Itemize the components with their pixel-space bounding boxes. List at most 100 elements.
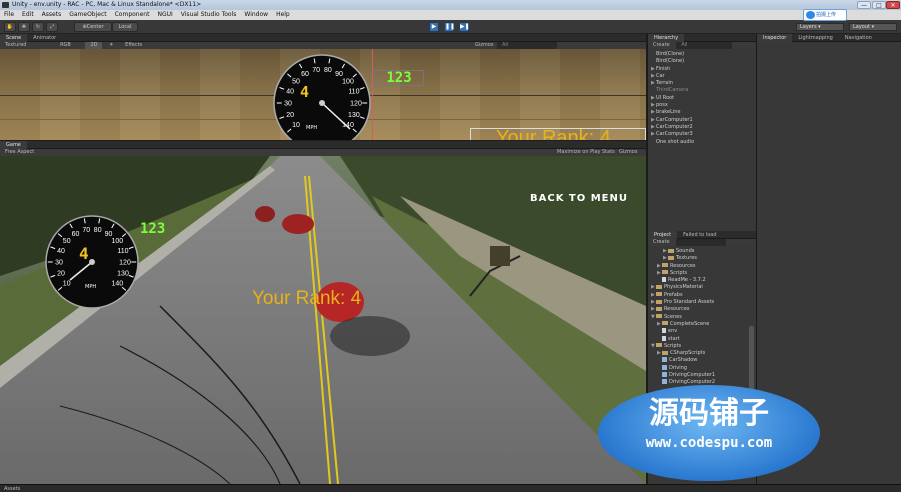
hierarchy-item[interactable]: Bird(Clone) bbox=[651, 58, 756, 65]
ime-upload-widget[interactable]: 拍摄上传 bbox=[803, 9, 847, 21]
project-item[interactable]: ▶ CSharpScripts bbox=[651, 350, 756, 357]
scene-speedometer: 10203040506070 8090100110120130140 bbox=[273, 54, 371, 140]
tab-navigation[interactable]: Navigation bbox=[839, 34, 878, 42]
menu-component[interactable]: Component bbox=[111, 10, 154, 20]
scene-speed-digits: 123 bbox=[374, 70, 424, 86]
project-search-input[interactable] bbox=[676, 239, 727, 246]
hierarchy-item[interactable]: ThirdCamera bbox=[651, 87, 756, 94]
project-item-label: env bbox=[668, 328, 678, 335]
pivot-local-button[interactable]: Local bbox=[112, 22, 138, 32]
project-item[interactable]: CarShadow bbox=[651, 357, 756, 364]
game-gizmos-dropdown[interactable]: Gizmos bbox=[614, 149, 642, 156]
project-item[interactable]: ▼ Scripts bbox=[651, 343, 756, 350]
pivot-center-button[interactable]: ⊕Center bbox=[74, 22, 112, 32]
hierarchy-item-label: Car bbox=[656, 72, 665, 79]
gauge-tick-label: 60 bbox=[301, 71, 309, 78]
project-item[interactable]: DrivingComputer1 bbox=[651, 372, 756, 379]
tab-hierarchy[interactable]: Hierarchy bbox=[648, 34, 685, 42]
hierarchy-item[interactable]: ▶Terrain bbox=[651, 80, 756, 87]
move-tool-icon[interactable]: ✥ bbox=[18, 22, 30, 32]
effects-dropdown[interactable]: Effects bbox=[120, 42, 147, 49]
tab-game[interactable]: Game bbox=[0, 141, 27, 149]
menu-help[interactable]: Help bbox=[272, 10, 294, 20]
pivot-center-label: Center bbox=[86, 24, 104, 30]
back-to-menu-button[interactable]: BACK TO MENU bbox=[530, 193, 628, 204]
scene-viewport[interactable]: 10 20 30 40 50 60 70 80 90 100 110 120 130 140 4 MPH … bbox=[0, 49, 646, 140]
hierarchy-search-input[interactable]: All bbox=[676, 42, 733, 49]
project-item[interactable]: ▶ Sounds bbox=[651, 248, 756, 255]
hierarchy-item[interactable]: ▶Car bbox=[651, 73, 756, 80]
game-tab-bar: Game bbox=[0, 141, 646, 149]
menu-file[interactable]: File bbox=[0, 10, 18, 20]
project-item[interactable]: ▶ Textures bbox=[651, 255, 756, 262]
tab-project[interactable]: Project bbox=[648, 231, 678, 239]
play-button[interactable]: ▶ bbox=[429, 22, 439, 32]
menu-edit[interactable]: Edit bbox=[18, 10, 38, 20]
render-mode-dropdown[interactable]: RGB bbox=[55, 42, 76, 49]
project-create-dropdown[interactable]: Create bbox=[648, 239, 675, 246]
project-item[interactable]: env bbox=[651, 328, 756, 335]
hand-tool-icon[interactable]: ✋ bbox=[4, 22, 16, 32]
hierarchy-item[interactable]: ▶CarComputer2 bbox=[651, 124, 756, 131]
project-item[interactable]: ReadMe - 3.7.2 bbox=[651, 277, 756, 284]
tab-animator[interactable]: Animator bbox=[27, 34, 62, 42]
project-item[interactable]: ▶ PhysicsMaterial bbox=[651, 284, 756, 291]
minimize-button[interactable]: — bbox=[857, 1, 871, 9]
hierarchy-item[interactable]: Bird(Clone) bbox=[651, 51, 756, 58]
step-button[interactable]: ▶❚ bbox=[459, 22, 470, 32]
scene-gear-indicator: 4 bbox=[300, 83, 310, 101]
gauge-tick-label: 100 bbox=[342, 79, 354, 86]
aspect-dropdown[interactable]: Free Aspect bbox=[0, 149, 39, 156]
layout-dropdown[interactable]: Layout ▾ bbox=[849, 23, 897, 31]
project-item[interactable]: ▶ Pro Standard Assets bbox=[651, 299, 756, 306]
hierarchy-item-label: ThirdCamera bbox=[656, 87, 689, 94]
hierarchy-panel: Hierarchy Create All Bird(Clone) Bird(Clo… bbox=[647, 34, 756, 231]
project-item-label: Resources bbox=[670, 262, 696, 269]
menu-gameobject[interactable]: GameObject bbox=[65, 10, 110, 20]
gizmos-dropdown[interactable]: Gizmos bbox=[470, 42, 498, 49]
hierarchy-item[interactable]: ▶posx bbox=[651, 102, 756, 109]
project-item[interactable]: ▶ Resources bbox=[651, 263, 756, 270]
project-item[interactable]: Driving bbox=[651, 364, 756, 372]
folder-icon bbox=[656, 306, 662, 311]
scene-search-input[interactable]: All bbox=[497, 42, 557, 49]
tab-scene[interactable]: Scene bbox=[0, 34, 28, 42]
tab-failed-to-load[interactable]: Failed to load bbox=[677, 231, 722, 239]
project-item[interactable]: ▶ Scripts bbox=[651, 270, 756, 277]
hierarchy-item[interactable]: ▶Finish bbox=[651, 66, 756, 73]
hierarchy-item[interactable]: ▶UI Root bbox=[651, 95, 756, 102]
project-item[interactable]: start bbox=[651, 335, 756, 343]
hierarchy-item[interactable]: ▶brakeLine bbox=[651, 109, 756, 116]
menu-ngui[interactable]: NGUI bbox=[153, 10, 176, 20]
project-item[interactable]: ▶ CompleteScene bbox=[651, 321, 756, 328]
tab-lightmapping[interactable]: Lightmapping bbox=[792, 34, 839, 42]
game-viewport[interactable]: 10 20 30 40 50 60 70 80 90 100 110 120 130 140 4 MPH … bbox=[0, 156, 646, 484]
maximize-button[interactable]: □ bbox=[872, 1, 886, 9]
project-item-label: ReadMe - 3.7.2 bbox=[668, 277, 706, 284]
file-icon bbox=[662, 335, 666, 341]
pivot-local-label: Local bbox=[118, 24, 132, 30]
hierarchy-item[interactable]: ▶CarComputer3 bbox=[651, 131, 756, 138]
hierarchy-item-label: Terrain bbox=[656, 80, 673, 87]
menu-window[interactable]: Window bbox=[240, 10, 272, 20]
menu-visual-studio-tools[interactable]: Visual Studio Tools bbox=[177, 10, 241, 20]
menu-assets[interactable]: Assets bbox=[38, 10, 66, 20]
hierarchy-item[interactable]: ▶CarComputer1 bbox=[651, 117, 756, 124]
hierarchy-create-dropdown[interactable]: Create bbox=[648, 42, 675, 49]
ime-upload-label: 拍摄上传 bbox=[816, 12, 837, 18]
layers-dropdown[interactable]: Layers ▾ bbox=[796, 23, 844, 31]
rotate-tool-icon[interactable]: ↻ bbox=[32, 22, 44, 32]
project-item[interactable]: ▼ Scenes bbox=[651, 314, 756, 321]
gauge-tick-label: 100 bbox=[111, 238, 123, 245]
scale-tool-icon[interactable]: ⤢ bbox=[46, 22, 58, 32]
project-item[interactable]: ▶ Resources bbox=[651, 306, 756, 313]
close-button[interactable]: ✕ bbox=[886, 1, 900, 9]
gauge-tick-label: 50 bbox=[292, 79, 300, 86]
hierarchy-item[interactable]: One shot audio bbox=[651, 139, 756, 146]
shading-mode-dropdown[interactable]: Textured bbox=[0, 42, 31, 49]
project-item[interactable]: ▶ Prefabs bbox=[651, 292, 756, 299]
tab-inspector[interactable]: Inspector bbox=[757, 34, 793, 42]
lighting-toggle-icon[interactable]: ☀ bbox=[104, 42, 118, 49]
2d-toggle[interactable]: 2D bbox=[85, 42, 103, 49]
pause-button[interactable]: ❚❚ bbox=[444, 22, 455, 32]
